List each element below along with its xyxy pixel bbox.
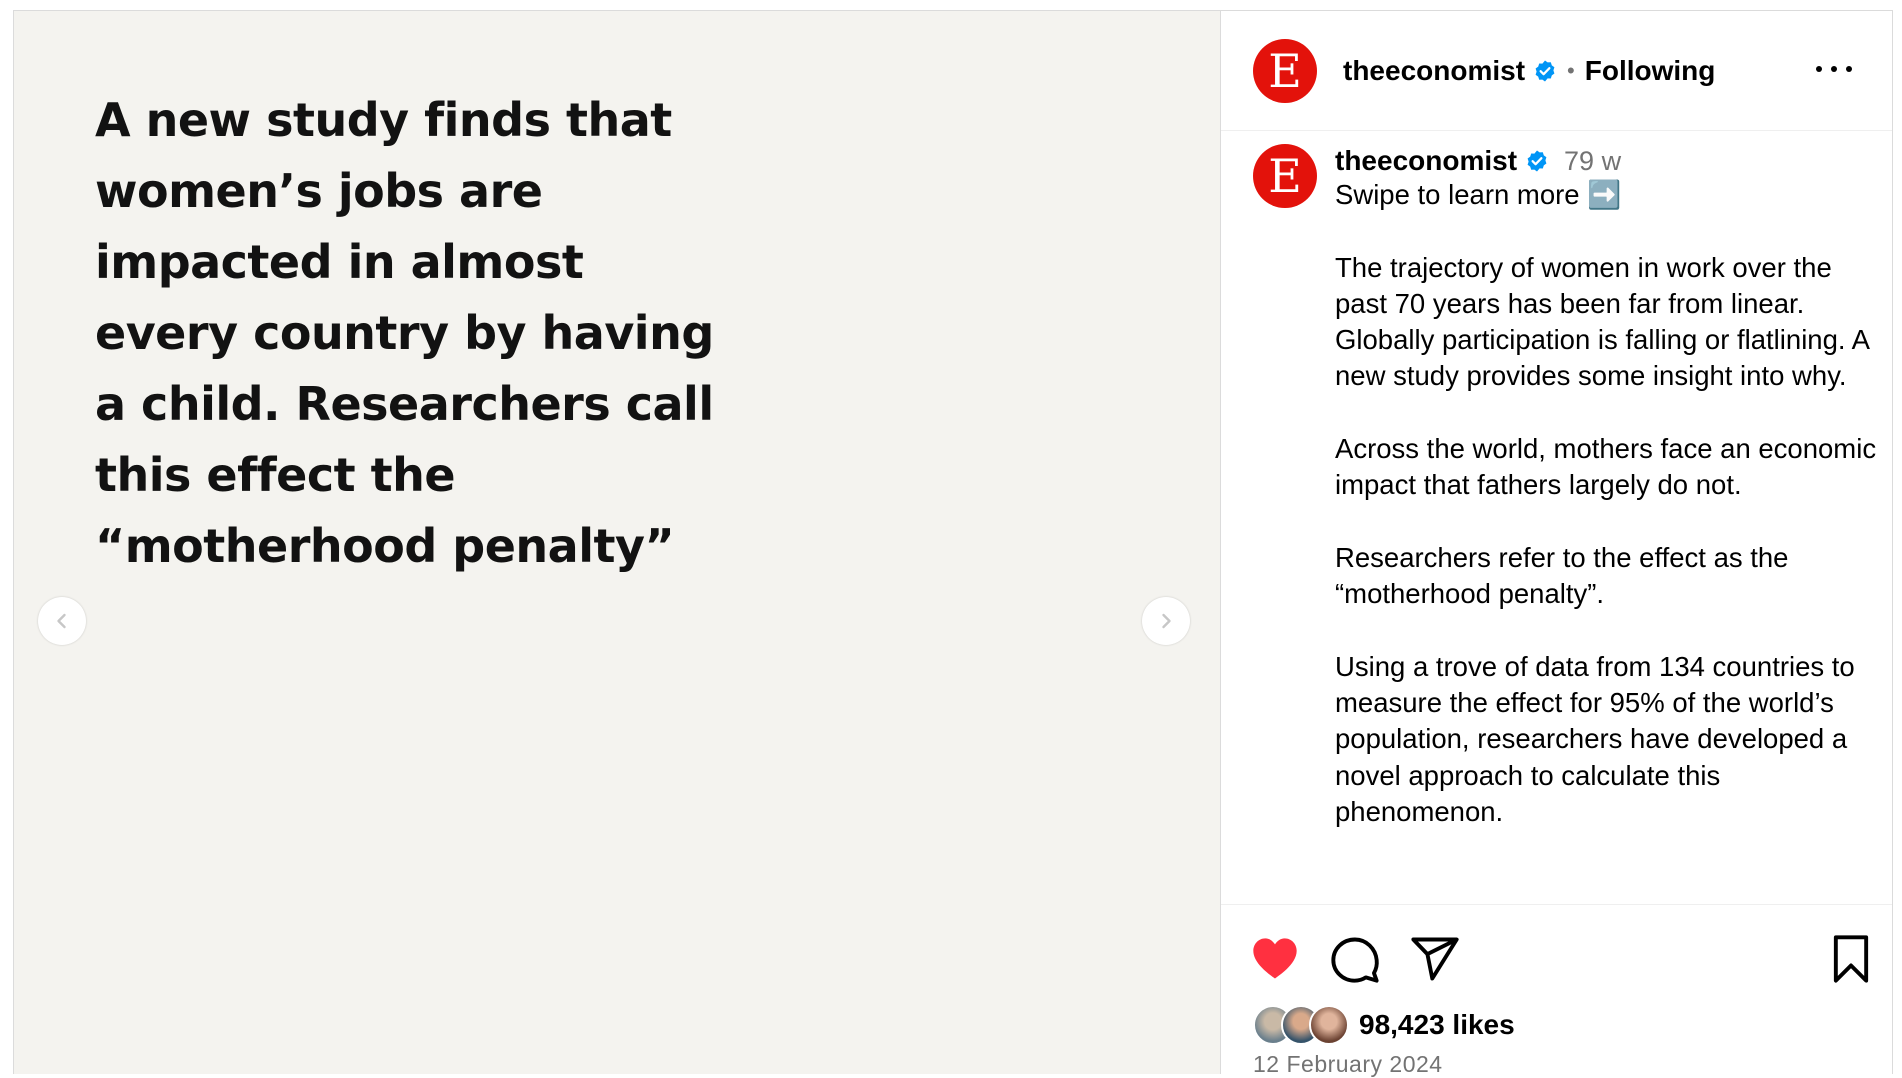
likes-count[interactable]: 98,423 likes: [1359, 1009, 1515, 1041]
caption-text: Swipe to learn more ➡️ The trajectory of…: [1335, 179, 1877, 828]
likes-row[interactable]: 98,423 likes: [1253, 1003, 1515, 1047]
previous-slide-button[interactable]: [38, 597, 86, 645]
more-options-icon[interactable]: [1816, 57, 1852, 81]
separator-dot: •: [1567, 57, 1575, 83]
actions-section: 98,423 likes 12 February 2024: [1221, 904, 1892, 1077]
caption-section[interactable]: E theeconomist 79 w Swipe to learn more …: [1221, 132, 1892, 902]
caption-username-link[interactable]: theeconomist: [1335, 145, 1517, 177]
comment-icon[interactable]: [1329, 933, 1381, 985]
avatar[interactable]: E: [1253, 38, 1317, 103]
bookmark-icon[interactable]: [1825, 933, 1877, 985]
verified-badge-icon: [1535, 60, 1555, 81]
liker-avatars: [1253, 1005, 1349, 1045]
post-media: A new study finds that women’s jobs are …: [14, 11, 1221, 1074]
avatar: [1309, 1005, 1349, 1045]
caption-header: theeconomist 79 w: [1335, 144, 1880, 178]
next-slide-button[interactable]: [1142, 597, 1190, 645]
verified-badge-icon: [1527, 150, 1547, 172]
instagram-post: A new study finds that women’s jobs are …: [13, 10, 1893, 1077]
chevron-left-icon: [57, 613, 66, 629]
post-header: E theeconomist • Following: [1221, 11, 1892, 131]
following-button[interactable]: Following: [1585, 55, 1716, 87]
slide-text: A new study finds that women’s jobs are …: [95, 93, 714, 573]
chevron-right-icon: [1162, 613, 1171, 629]
post-sidebar: E theeconomist • Following E theeconomis…: [1221, 11, 1892, 1077]
heart-filled-icon[interactable]: [1249, 933, 1301, 985]
post-time-ago[interactable]: 79 w: [1564, 146, 1621, 177]
send-icon[interactable]: [1409, 933, 1461, 985]
username-link[interactable]: theeconomist: [1343, 55, 1525, 87]
caption-body: theeconomist 79 w Swipe to learn more ➡️…: [1335, 144, 1880, 830]
caption-avatar[interactable]: E: [1253, 144, 1317, 208]
